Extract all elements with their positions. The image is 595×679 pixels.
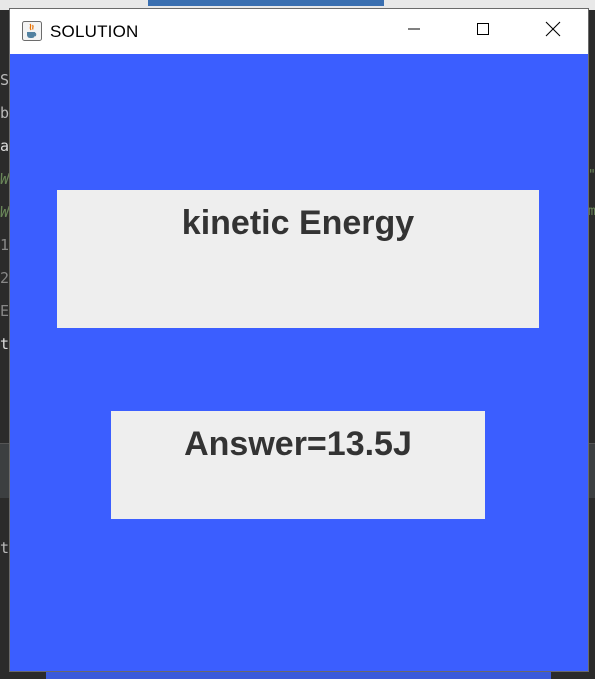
maximize-icon bbox=[476, 22, 490, 41]
background-image-strip bbox=[148, 0, 384, 6]
solution-window: SOLUTION kinetic Energy Answer=13.5J bbox=[10, 9, 588, 671]
heading-label: kinetic Energy bbox=[181, 204, 415, 242]
answer-label: Answer=13.5J bbox=[184, 425, 412, 463]
window-title: SOLUTION bbox=[50, 22, 139, 41]
close-button[interactable] bbox=[530, 9, 576, 54]
background-code-char: S bbox=[0, 72, 10, 88]
background-code-char: 2 bbox=[0, 270, 10, 286]
background-code-char: b bbox=[0, 105, 10, 121]
background-code-char: m bbox=[588, 204, 595, 219]
close-icon bbox=[545, 21, 561, 42]
background-code-char: t bbox=[0, 336, 10, 352]
title-bar[interactable]: SOLUTION bbox=[10, 9, 588, 54]
heading-panel: kinetic Energy bbox=[57, 190, 539, 328]
background-code-char: a bbox=[0, 138, 10, 154]
minimize-icon bbox=[407, 22, 421, 41]
background-bottom-strip bbox=[46, 670, 551, 679]
java-cup-icon[interactable] bbox=[22, 21, 42, 41]
content-pane: kinetic Energy Answer=13.5J bbox=[10, 54, 588, 671]
background-code-char: " bbox=[588, 168, 595, 183]
background-code-char: W bbox=[0, 171, 10, 187]
background-code-char: W bbox=[0, 204, 10, 220]
minimize-button[interactable] bbox=[391, 9, 437, 54]
background-code-char: E bbox=[0, 303, 10, 319]
background-code-char: 1 bbox=[0, 237, 10, 253]
answer-panel: Answer=13.5J bbox=[111, 411, 485, 519]
background-code-char: t bbox=[0, 540, 10, 556]
maximize-button[interactable] bbox=[460, 9, 506, 54]
